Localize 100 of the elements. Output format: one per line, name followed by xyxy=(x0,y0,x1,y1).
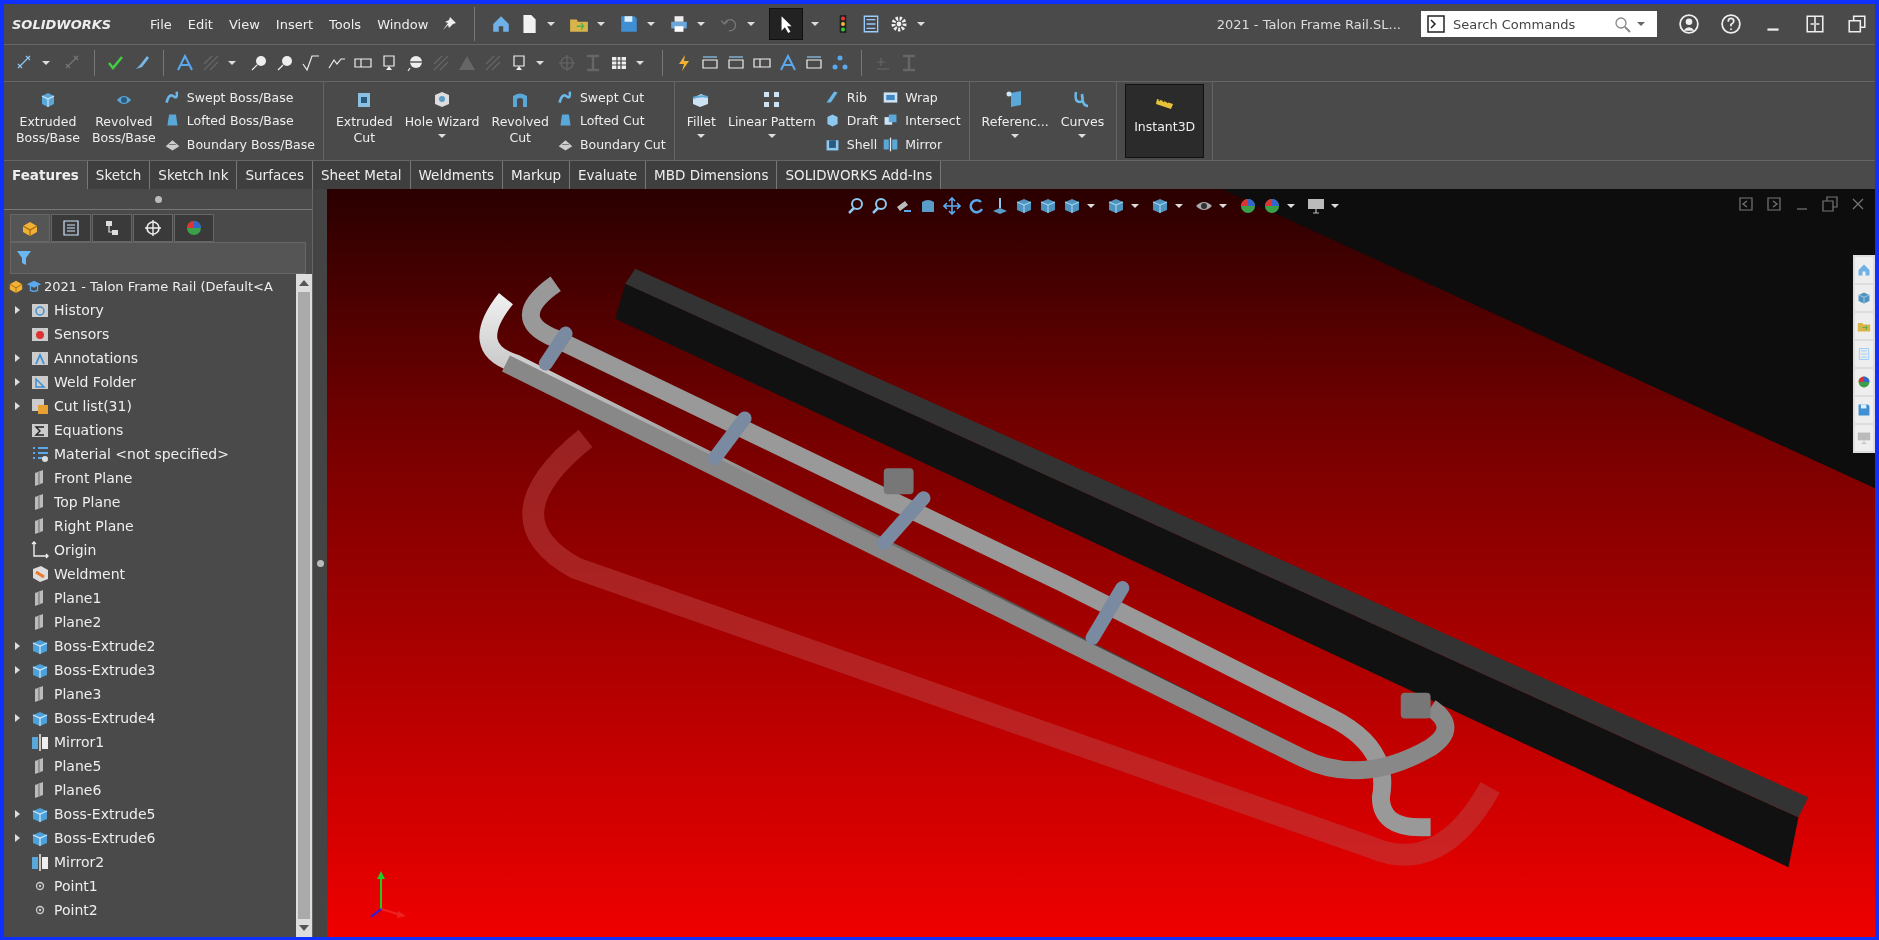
zoom-icon[interactable] xyxy=(871,197,889,215)
tree-item[interactable]: Plane1 xyxy=(8,586,296,610)
ribbon-button[interactable]: Wrap xyxy=(882,89,961,107)
tree-item[interactable]: Boss-Extrude3 xyxy=(8,658,296,682)
tree-item[interactable]: Weld Folder xyxy=(8,370,296,394)
tree-item[interactable]: Plane6 xyxy=(8,778,296,802)
cube-icon[interactable] xyxy=(1015,197,1033,215)
dimension-box-icon[interactable] xyxy=(727,54,745,72)
search-field[interactable]: Search Commands xyxy=(1421,11,1657,37)
cube-icon[interactable] xyxy=(1063,197,1081,215)
dimension-box-icon[interactable] xyxy=(701,54,719,72)
hierarchy-icon[interactable] xyxy=(831,54,849,72)
tree-item[interactable]: History xyxy=(8,298,296,322)
ribbon-button[interactable]: Intersect xyxy=(882,112,961,130)
dimension-box-icon[interactable] xyxy=(805,54,823,72)
tree-item[interactable]: Mirror1 xyxy=(8,730,296,754)
ribbon-button[interactable]: Extruded Boss/Base xyxy=(12,84,84,158)
tree-item[interactable]: Plane3 xyxy=(8,682,296,706)
ribbon-button[interactable]: Draft xyxy=(823,112,879,130)
search-input[interactable]: Search Commands xyxy=(1451,15,1607,33)
tree-item[interactable]: Plane5 xyxy=(8,754,296,778)
expand-arrow-icon[interactable] xyxy=(14,714,20,722)
ribbon-button[interactable]: Instant3D xyxy=(1125,84,1205,158)
table-icon[interactable] xyxy=(610,54,628,72)
panel-tab[interactable] xyxy=(92,214,132,242)
menu-item[interactable]: Window xyxy=(377,16,429,32)
tree-item[interactable]: Boss-Extrude5 xyxy=(8,802,296,826)
appearance-ball-icon[interactable] xyxy=(1239,197,1257,215)
ribbon-tab[interactable]: Sketch Ink xyxy=(150,161,238,189)
normal-to-icon[interactable] xyxy=(991,197,1009,215)
ribbon-tab[interactable]: Sheet Metal xyxy=(312,161,411,189)
tree-item[interactable]: Front Plane xyxy=(8,466,296,490)
ribbon-button[interactable]: Swept Cut xyxy=(556,89,666,107)
datum-icon[interactable] xyxy=(510,54,528,72)
ribbon-button[interactable]: Extruded Cut xyxy=(331,84,397,158)
menu-item[interactable]: Edit xyxy=(187,16,213,32)
move-icon[interactable] xyxy=(943,197,961,215)
splitter-handle[interactable] xyxy=(316,559,324,567)
previous-view-icon[interactable] xyxy=(1737,195,1755,213)
help-icon[interactable] xyxy=(1721,14,1741,34)
expand-arrow-icon[interactable] xyxy=(14,306,20,314)
tree-item[interactable]: Annotations xyxy=(8,346,296,370)
filter-icon[interactable] xyxy=(15,249,33,267)
expand-arrow-icon[interactable] xyxy=(14,642,20,650)
cube-icon[interactable] xyxy=(1151,197,1169,215)
datum-icon[interactable] xyxy=(380,54,398,72)
expand-arrow-icon[interactable] xyxy=(14,834,20,842)
ribbon-button[interactable]: Revolved Cut xyxy=(487,84,553,158)
tile-windows-icon[interactable] xyxy=(1805,14,1825,34)
task-pane-tab[interactable] xyxy=(1855,369,1873,395)
note-icon[interactable] xyxy=(176,54,194,72)
ribbon-button[interactable]: Referenc... xyxy=(977,84,1053,158)
appearance-ball-icon[interactable] xyxy=(1263,197,1281,215)
scroll-thumb[interactable] xyxy=(298,292,310,919)
balloon-icon[interactable] xyxy=(276,54,294,72)
printer-icon[interactable] xyxy=(669,14,690,34)
tree-item[interactable]: Cut list(31) xyxy=(8,394,296,418)
collapse-handle[interactable] xyxy=(154,195,162,203)
tree-item[interactable]: 2021 - Talon Frame Rail (Default<A xyxy=(8,274,296,298)
tree-item[interactable]: Top Plane xyxy=(8,490,296,514)
expand-arrow-icon[interactable] xyxy=(14,810,20,818)
tree-item[interactable]: Mirror2 xyxy=(8,850,296,874)
ribbon-tab[interactable]: Surfaces xyxy=(237,161,313,189)
surface-finish-icon[interactable] xyxy=(302,54,320,72)
ribbon-tab[interactable]: Weldments xyxy=(410,161,504,189)
expand-arrow-icon[interactable] xyxy=(14,378,20,386)
user-icon[interactable] xyxy=(1679,14,1699,34)
expand-arrow-icon[interactable] xyxy=(14,666,20,674)
tree-item[interactable]: Boss-Extrude2 xyxy=(8,634,296,658)
panel-tab[interactable] xyxy=(10,214,50,242)
balloon-icon[interactable] xyxy=(250,54,268,72)
ribbon-button[interactable]: Lofted Boss/Base xyxy=(163,112,315,130)
ribbon-button[interactable]: Revolved Boss/Base xyxy=(87,84,160,158)
ribbon-tab[interactable]: MBD Dimensions xyxy=(646,161,778,189)
search-icon[interactable] xyxy=(1613,15,1631,33)
task-pane-tab[interactable] xyxy=(1855,285,1873,311)
ribbon-button[interactable]: Curves xyxy=(1056,84,1109,158)
frame-rail-model-drawing[interactable] xyxy=(479,189,1875,868)
cube-icon[interactable] xyxy=(1107,197,1125,215)
note-icon[interactable] xyxy=(779,54,797,72)
tree-item[interactable]: Plane2 xyxy=(8,610,296,634)
expand-arrow-icon[interactable] xyxy=(14,354,20,362)
menu-item[interactable]: Insert xyxy=(275,16,314,32)
tree-item[interactable]: Point2 xyxy=(8,898,296,922)
scrollbar[interactable] xyxy=(296,274,312,937)
select-button[interactable] xyxy=(769,8,804,40)
ribbon-button[interactable]: Boundary Boss/Base xyxy=(163,135,315,153)
ribbon-button[interactable]: Swept Boss/Base xyxy=(163,89,315,107)
panel-tab[interactable] xyxy=(133,214,173,242)
next-view-icon[interactable] xyxy=(1765,195,1783,213)
ribbon-button[interactable]: Hole Wizard xyxy=(400,84,484,158)
tree-item[interactable]: Origin xyxy=(8,538,296,562)
menu-item[interactable]: Tools xyxy=(329,16,362,32)
rotate-icon[interactable] xyxy=(967,197,985,215)
ribbon-button[interactable]: Lofted Cut xyxy=(556,112,666,130)
menu-item[interactable]: View xyxy=(228,16,260,32)
monitor-icon[interactable] xyxy=(1307,197,1325,215)
expand-arrow-icon[interactable] xyxy=(14,402,20,410)
cube-icon[interactable] xyxy=(1039,197,1057,215)
task-pane-tab[interactable] xyxy=(1855,397,1873,423)
